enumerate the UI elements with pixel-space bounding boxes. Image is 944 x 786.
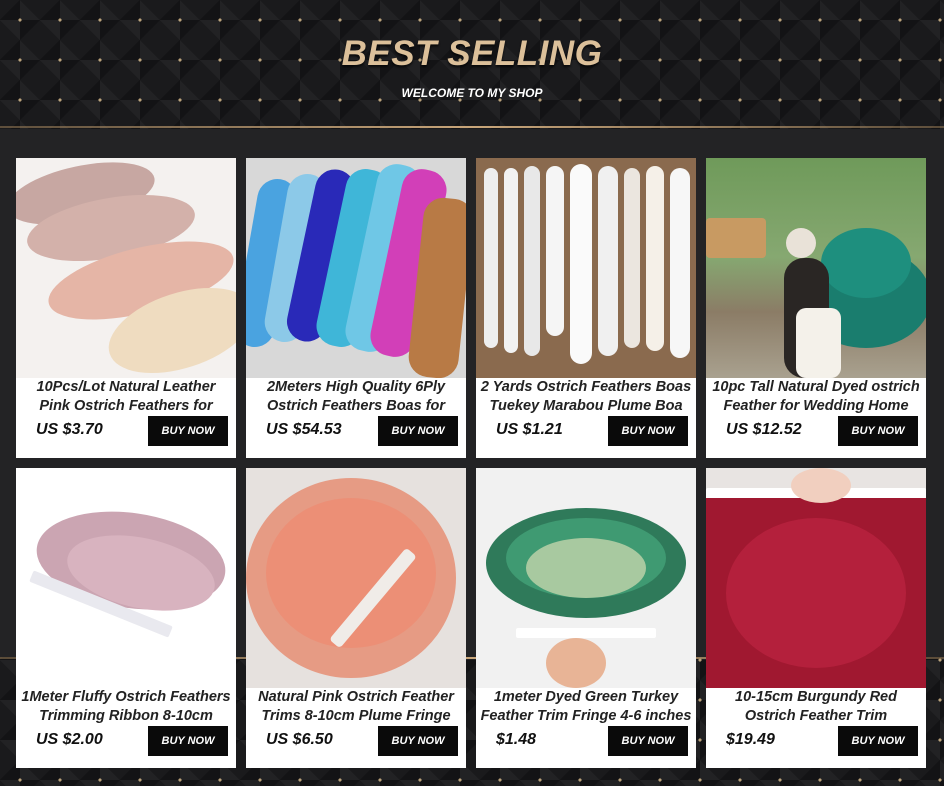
- product-title-line2: Pink Ostrich Feathers for: [39, 398, 213, 414]
- product-price: $1.48: [496, 731, 537, 748]
- product-title-line2: Feather Trim Fringe 4-6 inches: [480, 708, 692, 724]
- buy-now-button[interactable]: BUY NOW: [608, 726, 688, 756]
- product-image[interactable]: [246, 468, 466, 688]
- product-image[interactable]: [476, 468, 696, 688]
- product-title-line2: Ostrich Feathers Boas for: [266, 398, 446, 414]
- buy-now-button[interactable]: BUY NOW: [148, 416, 228, 446]
- product-card[interactable]: 2Meters High Quality 6Ply Ostrich Feathe…: [246, 158, 466, 458]
- product-card[interactable]: 1meter Dyed Green Turkey Feather Trim Fr…: [476, 468, 696, 768]
- product-title-line2: Ostrich Feather Trim: [744, 708, 888, 724]
- header-divider: [0, 126, 944, 128]
- product-price: US $2.00: [36, 731, 103, 748]
- product-card[interactable]: 10-15cm Burgundy Red Ostrich Feather Tri…: [706, 468, 926, 768]
- product-title-line1: Natural Pink Ostrich Feather: [258, 689, 454, 705]
- product-price: US $54.53: [266, 421, 342, 438]
- section-subtitle: WELCOME TO MY SHOP: [401, 86, 543, 100]
- product-price: US $1.21: [496, 421, 563, 438]
- product-title-line1: 2Meters High Quality 6Ply: [266, 379, 446, 395]
- product-title-line2: Trimming Ribbon 8-10cm: [39, 708, 213, 724]
- product-title[interactable]: Natural Pink Ostrich Feather Trims 8-10c…: [246, 688, 466, 724]
- product-title-line1: 1meter Dyed Green Turkey: [493, 689, 679, 705]
- buy-now-button[interactable]: BUY NOW: [838, 726, 918, 756]
- product-title[interactable]: 2 Yards Ostrich Feathers Boas Tuekey Mar…: [476, 378, 696, 414]
- product-image[interactable]: [16, 468, 236, 688]
- product-title-line2: Feather for Wedding Home: [723, 398, 909, 414]
- product-title-line2: Trims 8-10cm Plume Fringe: [261, 708, 451, 724]
- product-title-line2: Tuekey Marabou Plume Boa: [489, 398, 683, 414]
- buy-now-button[interactable]: BUY NOW: [378, 726, 458, 756]
- product-price: US $6.50: [266, 731, 333, 748]
- product-title-line1: 10Pcs/Lot Natural Leather: [36, 379, 216, 395]
- product-title[interactable]: 10pc Tall Natural Dyed ostrich Feather f…: [706, 378, 926, 414]
- product-price: $19.49: [726, 731, 775, 748]
- product-card[interactable]: 10pc Tall Natural Dyed ostrich Feather f…: [706, 158, 926, 458]
- buy-now-button[interactable]: BUY NOW: [148, 726, 228, 756]
- section-title: BEST SELLING: [341, 34, 603, 73]
- product-title[interactable]: 2Meters High Quality 6Ply Ostrich Feathe…: [246, 378, 466, 414]
- product-image[interactable]: [246, 158, 466, 378]
- product-title[interactable]: 10Pcs/Lot Natural Leather Pink Ostrich F…: [16, 378, 236, 414]
- product-image[interactable]: [706, 468, 926, 688]
- product-price: US $12.52: [726, 421, 802, 438]
- product-card[interactable]: 2 Yards Ostrich Feathers Boas Tuekey Mar…: [476, 158, 696, 458]
- product-card[interactable]: 1Meter Fluffy Ostrich Feathers Trimming …: [16, 468, 236, 768]
- product-title-line1: 1Meter Fluffy Ostrich Feathers: [21, 689, 231, 705]
- product-title[interactable]: 1meter Dyed Green Turkey Feather Trim Fr…: [476, 688, 696, 724]
- product-price: US $3.70: [36, 421, 103, 438]
- product-card[interactable]: 10Pcs/Lot Natural Leather Pink Ostrich F…: [16, 158, 236, 458]
- product-image[interactable]: [16, 158, 236, 378]
- product-image[interactable]: [476, 158, 696, 378]
- buy-now-button[interactable]: BUY NOW: [838, 416, 918, 446]
- buy-now-button[interactable]: BUY NOW: [378, 416, 458, 446]
- product-title[interactable]: 10-15cm Burgundy Red Ostrich Feather Tri…: [706, 688, 926, 724]
- product-title-line1: 10pc Tall Natural Dyed ostrich: [712, 379, 920, 395]
- product-title-line1: 10-15cm Burgundy Red: [735, 689, 897, 705]
- shop-header: BEST SELLING WELCOME TO MY SHOP: [0, 0, 944, 126]
- product-image[interactable]: [706, 158, 926, 378]
- buy-now-button[interactable]: BUY NOW: [608, 416, 688, 446]
- product-card[interactable]: Natural Pink Ostrich Feather Trims 8-10c…: [246, 468, 466, 768]
- product-title[interactable]: 1Meter Fluffy Ostrich Feathers Trimming …: [16, 688, 236, 724]
- product-title-line1: 2 Yards Ostrich Feathers Boas: [480, 379, 692, 395]
